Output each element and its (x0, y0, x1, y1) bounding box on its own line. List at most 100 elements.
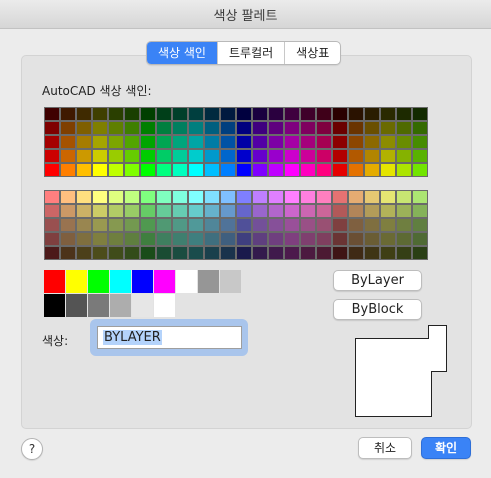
color-swatch[interactable] (364, 204, 380, 218)
color-swatch[interactable] (176, 270, 197, 293)
color-swatch[interactable] (124, 135, 140, 149)
color-swatch[interactable] (284, 149, 300, 163)
color-swatch[interactable] (198, 270, 219, 293)
color-swatch[interactable] (268, 135, 284, 149)
color-swatch[interactable] (348, 163, 364, 177)
color-swatch[interactable] (236, 190, 252, 204)
color-swatch[interactable] (332, 149, 348, 163)
color-swatch[interactable] (412, 204, 428, 218)
color-swatch[interactable] (88, 294, 109, 317)
color-swatch[interactable] (236, 135, 252, 149)
color-swatch[interactable] (252, 190, 268, 204)
tab-color-books[interactable]: 색상표 (284, 42, 340, 64)
color-swatch[interactable] (332, 121, 348, 135)
color-swatch[interactable] (380, 149, 396, 163)
color-swatch[interactable] (188, 135, 204, 149)
color-swatch[interactable] (332, 190, 348, 204)
color-swatch[interactable] (92, 246, 108, 260)
color-swatch[interactable] (364, 246, 380, 260)
color-swatch[interactable] (92, 149, 108, 163)
color-swatch[interactable] (60, 232, 76, 246)
color-swatch[interactable] (332, 135, 348, 149)
color-swatch[interactable] (220, 121, 236, 135)
color-swatch[interactable] (156, 135, 172, 149)
color-swatch[interactable] (380, 107, 396, 121)
color-swatch[interactable] (316, 190, 332, 204)
color-swatch[interactable] (252, 135, 268, 149)
color-swatch[interactable] (300, 204, 316, 218)
color-swatch[interactable] (60, 190, 76, 204)
color-swatch[interactable] (252, 218, 268, 232)
color-swatch[interactable] (44, 135, 60, 149)
color-swatch[interactable] (92, 163, 108, 177)
color-swatch[interactable] (188, 107, 204, 121)
color-swatch[interactable] (316, 135, 332, 149)
color-swatch[interactable] (188, 246, 204, 260)
color-swatch[interactable] (140, 163, 156, 177)
color-swatch[interactable] (154, 270, 175, 293)
color-swatch[interactable] (140, 190, 156, 204)
color-swatch[interactable] (204, 232, 220, 246)
color-swatch[interactable] (396, 163, 412, 177)
color-swatch[interactable] (156, 107, 172, 121)
color-swatch[interactable] (220, 135, 236, 149)
color-swatch[interactable] (44, 163, 60, 177)
color-swatch[interactable] (332, 246, 348, 260)
color-swatch[interactable] (108, 204, 124, 218)
color-swatch[interactable] (396, 190, 412, 204)
color-swatch[interactable] (108, 232, 124, 246)
color-swatch[interactable] (268, 246, 284, 260)
color-swatch[interactable] (348, 135, 364, 149)
color-swatch[interactable] (316, 218, 332, 232)
color-swatch[interactable] (172, 246, 188, 260)
color-swatch[interactable] (124, 163, 140, 177)
color-swatch[interactable] (172, 149, 188, 163)
color-swatch[interactable] (110, 270, 131, 293)
color-swatch[interactable] (188, 163, 204, 177)
color-swatch[interactable] (204, 135, 220, 149)
color-swatch[interactable] (348, 204, 364, 218)
color-swatch[interactable] (66, 294, 87, 317)
color-swatch[interactable] (108, 149, 124, 163)
cancel-button[interactable]: 취소 (358, 437, 412, 459)
color-swatch[interactable] (76, 163, 92, 177)
color-swatch[interactable] (44, 149, 60, 163)
color-swatch[interactable] (380, 204, 396, 218)
color-swatch[interactable] (364, 149, 380, 163)
color-swatch[interactable] (124, 149, 140, 163)
color-swatch[interactable] (380, 246, 396, 260)
color-swatch[interactable] (188, 149, 204, 163)
color-swatch[interactable] (236, 149, 252, 163)
color-swatch[interactable] (156, 246, 172, 260)
color-swatch[interactable] (124, 218, 140, 232)
color-swatch[interactable] (156, 163, 172, 177)
color-swatch[interactable] (380, 163, 396, 177)
color-swatch[interactable] (60, 163, 76, 177)
color-swatch[interactable] (364, 107, 380, 121)
color-swatch[interactable] (108, 121, 124, 135)
color-swatch[interactable] (284, 204, 300, 218)
color-swatch[interactable] (44, 232, 60, 246)
color-swatch[interactable] (188, 218, 204, 232)
color-swatch[interactable] (268, 204, 284, 218)
color-swatch[interactable] (268, 190, 284, 204)
color-swatch[interactable] (124, 246, 140, 260)
color-swatch[interactable] (284, 232, 300, 246)
color-swatch[interactable] (188, 190, 204, 204)
color-swatch[interactable] (300, 149, 316, 163)
color-swatch[interactable] (300, 218, 316, 232)
color-swatch[interactable] (252, 149, 268, 163)
color-swatch[interactable] (154, 294, 175, 317)
color-swatch[interactable] (396, 204, 412, 218)
color-swatch[interactable] (316, 163, 332, 177)
color-swatch[interactable] (76, 204, 92, 218)
color-swatch[interactable] (76, 121, 92, 135)
color-swatch[interactable] (380, 135, 396, 149)
color-swatch[interactable] (332, 163, 348, 177)
color-swatch[interactable] (92, 107, 108, 121)
help-button[interactable]: ? (21, 438, 43, 460)
color-swatch[interactable] (204, 163, 220, 177)
color-swatch[interactable] (348, 121, 364, 135)
color-swatch[interactable] (156, 190, 172, 204)
color-swatch[interactable] (332, 232, 348, 246)
